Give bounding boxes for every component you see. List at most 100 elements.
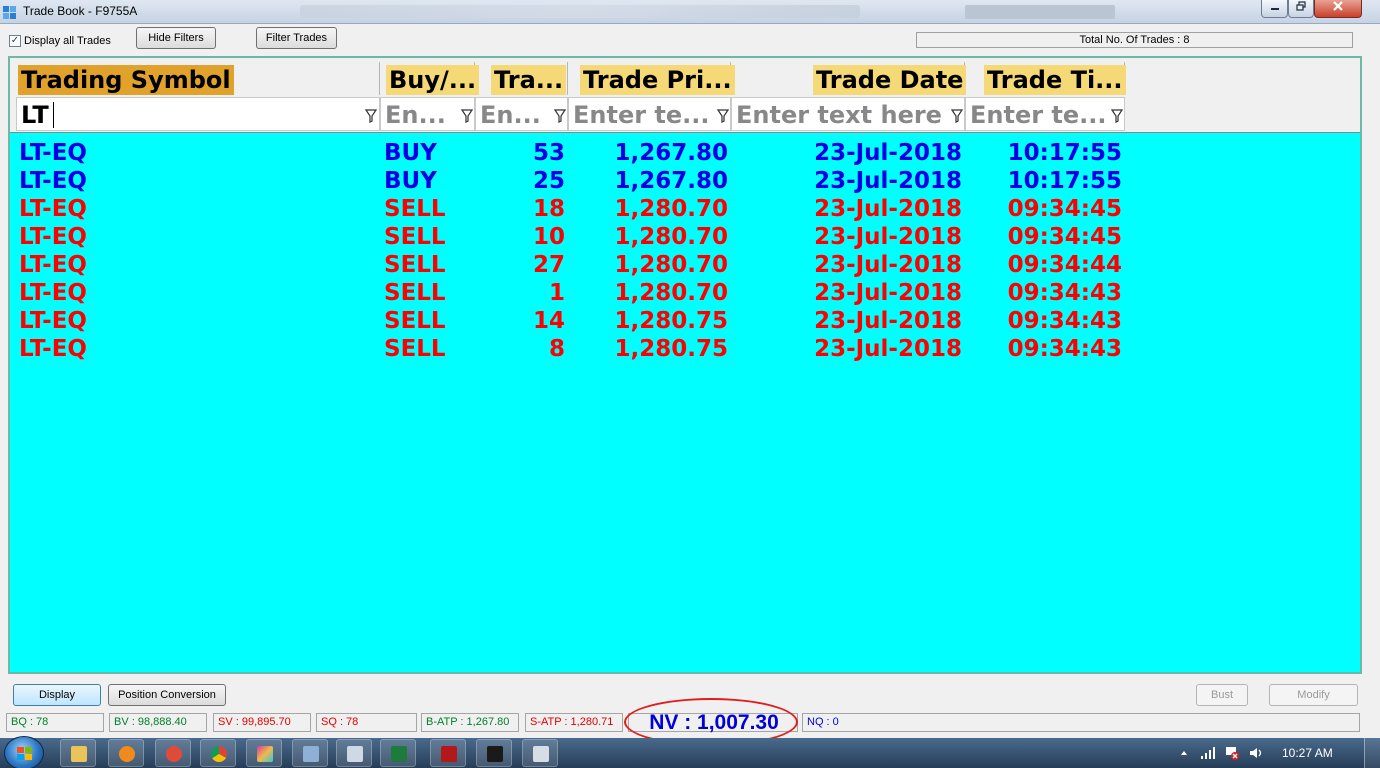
column-header-buy-sell[interactable]: Buy/... (380, 62, 480, 95)
maximize-button[interactable] (1288, 0, 1314, 18)
filter-input-trading-symbol[interactable]: LT (16, 97, 380, 131)
cell-symbol: LT-EQ (19, 224, 87, 250)
column-header-label: Trade Date (813, 65, 967, 95)
filter-input-trade-price[interactable]: Enter te... (568, 97, 731, 131)
cell-qty: 53 (532, 140, 565, 166)
folder-icon (71, 746, 87, 762)
cell-qty: 1 (548, 280, 565, 306)
filter-input-placeholder: En... (480, 101, 541, 129)
filter-funnel-icon[interactable] (365, 109, 377, 123)
column-header-trade-qty[interactable]: Tra... (475, 62, 568, 95)
buy-atp-stat: B-ATP : 1,267.80 (421, 713, 519, 732)
table-row[interactable]: LT-EQ SELL 27 1,280.70 23-Jul-2018 09:34… (10, 251, 1360, 279)
table-row[interactable]: LT-EQ BUY 25 1,267.80 23-Jul-2018 10:17:… (10, 167, 1360, 195)
cell-price: 1,280.75 (614, 308, 729, 334)
taskbar-calculator[interactable] (522, 739, 558, 767)
filter-trades-button[interactable]: Filter Trades (256, 27, 337, 49)
cell-side: SELL (384, 196, 446, 222)
column-header-trade-date[interactable]: Trade Date (731, 62, 967, 95)
hide-filters-button[interactable]: Hide Filters (136, 27, 216, 49)
bust-button[interactable]: Bust (1196, 684, 1248, 706)
cell-date: 23-Jul-2018 (814, 336, 962, 362)
close-button[interactable] (1314, 0, 1362, 18)
column-header-label: Trade Pri... (580, 65, 735, 95)
filter-input-placeholder: Enter te... (573, 101, 710, 129)
table-row[interactable]: LT-EQ SELL 14 1,280.75 23-Jul-2018 09:34… (10, 307, 1360, 335)
cell-symbol: LT-EQ (19, 168, 87, 194)
taskbar-excel[interactable] (380, 739, 416, 767)
restore-icon (1296, 1, 1306, 11)
volume-icon[interactable] (1248, 745, 1264, 761)
taskbar-app[interactable] (155, 739, 191, 767)
taskbar-app[interactable] (246, 739, 282, 767)
title-bar[interactable]: Trade Book - F9755A (0, 0, 1380, 24)
close-icon (1333, 1, 1343, 11)
position-conversion-button[interactable]: Position Conversion (108, 684, 226, 706)
window-icon (347, 746, 363, 762)
cell-date: 23-Jul-2018 (814, 280, 962, 306)
filter-funnel-icon[interactable] (951, 109, 963, 123)
taskbar-app[interactable] (292, 739, 328, 767)
start-button[interactable] (4, 736, 44, 768)
display-all-trades-label: Display all Trades (24, 35, 111, 47)
cell-time: 09:34:45 (1007, 196, 1122, 222)
table-row[interactable]: LT-EQ SELL 18 1,280.70 23-Jul-2018 09:34… (10, 195, 1360, 223)
filter-funnel-icon[interactable] (717, 109, 729, 123)
checkmark-icon: ✓ (9, 35, 21, 47)
cell-qty: 8 (548, 336, 565, 362)
cell-qty: 27 (532, 252, 565, 278)
filter-row: LT En... En... Enter te... Enter text he… (10, 95, 1360, 133)
table-row[interactable]: LT-EQ SELL 8 1,280.75 23-Jul-2018 09:34:… (10, 335, 1360, 363)
network-icon[interactable] (1200, 746, 1216, 760)
cell-symbol: LT-EQ (19, 196, 87, 222)
cell-side: BUY (384, 140, 437, 166)
cell-time: 09:34:43 (1007, 336, 1122, 362)
cell-side: SELL (384, 252, 446, 278)
cell-side: BUY (384, 168, 437, 194)
show-desktop-button[interactable] (1364, 738, 1380, 768)
taskbar-clock[interactable]: 10:27 AM (1282, 746, 1333, 760)
modify-button[interactable]: Modify (1269, 684, 1358, 706)
buy-value-stat: BV : 98,888.40 (109, 713, 207, 732)
filter-funnel-icon[interactable] (554, 109, 566, 123)
taskbar-explorer[interactable] (60, 739, 96, 767)
filter-funnel-icon[interactable] (1111, 109, 1123, 123)
bottom-bar: Display Position Conversion Bust Modify … (0, 676, 1380, 746)
filter-input-buy-sell[interactable]: En... (380, 97, 475, 131)
toolbar: ✓ Display all Trades Hide Filters Filter… (0, 24, 1380, 56)
display-button[interactable]: Display (13, 684, 101, 706)
action-center-flag-icon[interactable] (1224, 745, 1240, 761)
taskbar-acrobat[interactable] (430, 739, 466, 767)
cell-time: 09:34:44 (1007, 252, 1122, 278)
display-all-trades-checkbox[interactable]: ✓ Display all Trades (9, 35, 111, 47)
column-header-trade-time[interactable]: Trade Ti... (965, 62, 1126, 95)
table-row[interactable]: LT-EQ SELL 1 1,280.70 23-Jul-2018 09:34:… (10, 279, 1360, 307)
filter-input-trade-date[interactable]: Enter text here (731, 97, 965, 131)
minimize-button[interactable] (1261, 0, 1288, 18)
taskbar-window[interactable] (336, 739, 372, 767)
tray-expand-icon[interactable] (1180, 749, 1188, 757)
filter-funnel-icon[interactable] (461, 109, 473, 123)
taskbar-chrome[interactable] (200, 739, 236, 767)
cell-price: 1,267.80 (614, 140, 729, 166)
column-header-trading-symbol[interactable]: Trading Symbol (16, 62, 380, 95)
taskbar-media-player[interactable] (108, 739, 144, 767)
table-row[interactable]: LT-EQ SELL 10 1,280.70 23-Jul-2018 09:34… (10, 223, 1360, 251)
media-player-icon (119, 746, 135, 762)
minimize-icon (1270, 8, 1279, 10)
table-row[interactable]: LT-EQ BUY 53 1,267.80 23-Jul-2018 10:17:… (10, 139, 1360, 167)
cell-qty: 14 (532, 308, 565, 334)
trades-grid[interactable]: Trading Symbol Buy/... Tra... Trade Pri.… (8, 56, 1362, 674)
cell-side: SELL (384, 280, 446, 306)
cell-price: 1,280.70 (614, 280, 729, 306)
cell-price: 1,280.75 (614, 336, 729, 362)
column-header-trade-price[interactable]: Trade Pri... (568, 62, 735, 95)
cell-date: 23-Jul-2018 (814, 252, 962, 278)
cell-date: 23-Jul-2018 (814, 168, 962, 194)
taskbar-trading-app[interactable] (476, 739, 512, 767)
system-tray (1176, 738, 1380, 768)
filter-input-trade-qty[interactable]: En... (475, 97, 568, 131)
cell-qty: 18 (532, 196, 565, 222)
filter-input-trade-time[interactable]: Enter te... (965, 97, 1125, 131)
taskbar: 10:27 AM (0, 736, 1380, 768)
